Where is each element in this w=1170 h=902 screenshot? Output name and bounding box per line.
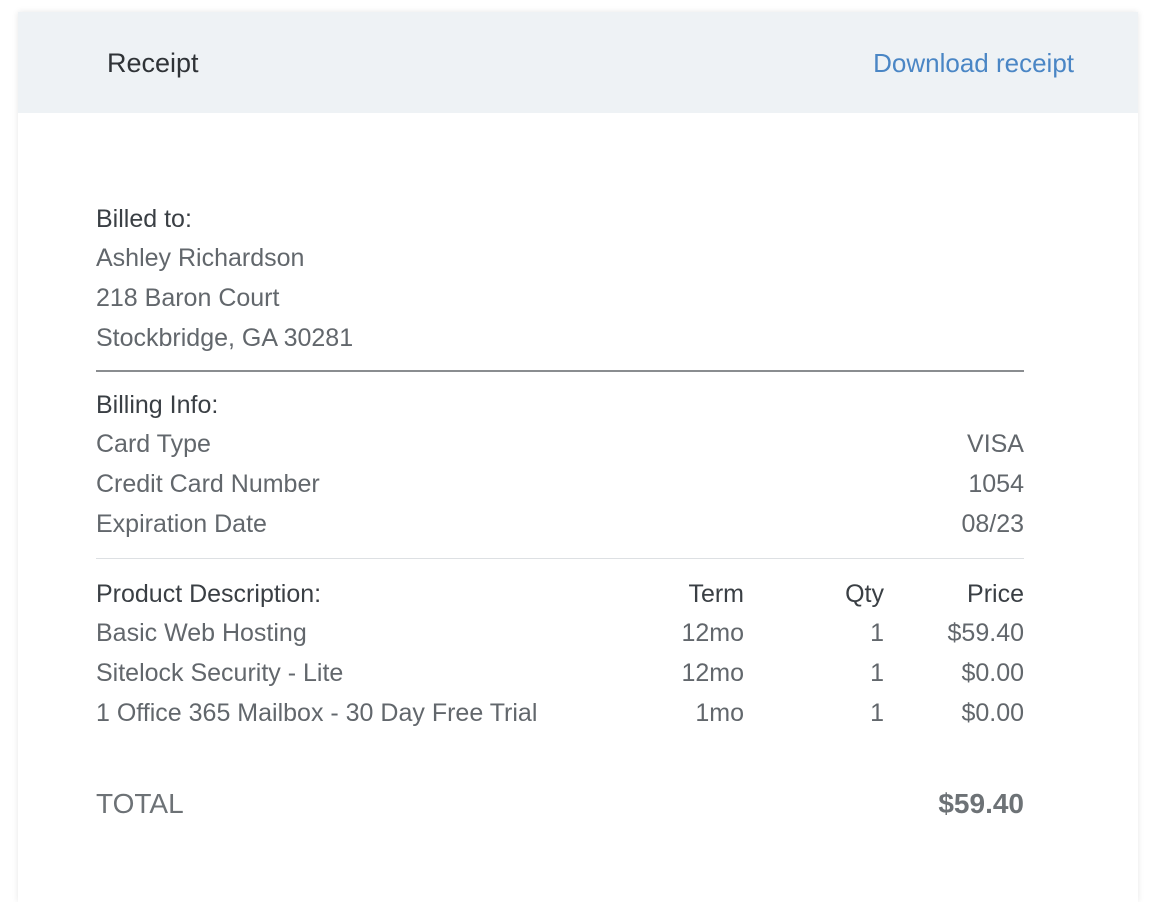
total-label: TOTAL <box>96 788 184 819</box>
billing-info-row: Card Type VISA <box>96 424 1024 464</box>
product-qty: 1 <box>870 659 884 687</box>
billing-info-row: Expiration Date 08/23 <box>96 504 1024 544</box>
price-header: Price <box>967 580 1024 608</box>
table-row: 1 Office 365 Mailbox - 30 Day Free Trial… <box>96 693 1024 733</box>
product-qty: 1 <box>870 619 884 647</box>
product-price: $0.00 <box>961 699 1024 727</box>
product-description: Basic Web Hosting <box>96 619 307 647</box>
qty-header: Qty <box>845 580 884 608</box>
card-number-label: Credit Card Number <box>96 470 320 498</box>
products-table: Product Description: Term Qty Price Basi… <box>96 575 1024 733</box>
product-description: Sitelock Security - Lite <box>96 659 344 687</box>
total-row: TOTAL $59.40 <box>96 788 1024 820</box>
expiration-date-label: Expiration Date <box>96 510 267 538</box>
section-divider <box>96 558 1024 559</box>
billed-to-section: Billed to: Ashley Richardson 218 Baron C… <box>96 200 1024 358</box>
billed-to-name: Ashley Richardson <box>96 244 305 272</box>
product-description: 1 Office 365 Mailbox - 30 Day Free Trial <box>96 699 538 727</box>
term-header: Term <box>688 580 744 608</box>
table-row: Basic Web Hosting 12mo 1 $59.40 <box>96 613 1024 653</box>
product-description-header: Product Description: <box>96 580 322 608</box>
product-price: $59.40 <box>947 619 1024 647</box>
table-row: Sitelock Security - Lite 12mo 1 $0.00 <box>96 653 1024 693</box>
billing-info-section: Billing Info: Card Type VISA Credit Card… <box>96 386 1024 544</box>
receipt-header: Receipt Download receipt <box>18 12 1138 113</box>
product-term: 1mo <box>695 699 744 727</box>
product-term: 12mo <box>681 619 744 647</box>
billed-to-heading: Billed to: <box>96 205 192 233</box>
receipt-content: Billed to: Ashley Richardson 218 Baron C… <box>96 200 1024 733</box>
billing-info-row: Credit Card Number 1054 <box>96 464 1024 504</box>
product-price: $0.00 <box>961 659 1024 687</box>
expiration-date-value: 08/23 <box>961 510 1024 538</box>
download-receipt-link[interactable]: Download receipt <box>873 48 1074 79</box>
billed-to-address-line1: 218 Baron Court <box>96 284 280 312</box>
product-qty: 1 <box>870 699 884 727</box>
total-value: $59.40 <box>938 788 1024 819</box>
billing-info-heading: Billing Info: <box>96 391 219 419</box>
card-type-label: Card Type <box>96 430 211 458</box>
card-type-value: VISA <box>967 430 1024 458</box>
product-term: 12mo <box>681 659 744 687</box>
page-title: Receipt <box>107 48 199 78</box>
products-header-row: Product Description: Term Qty Price <box>96 575 1024 613</box>
billed-to-address-line2: Stockbridge, GA 30281 <box>96 324 354 352</box>
section-divider <box>96 370 1024 372</box>
card-number-value: 1054 <box>968 470 1024 498</box>
